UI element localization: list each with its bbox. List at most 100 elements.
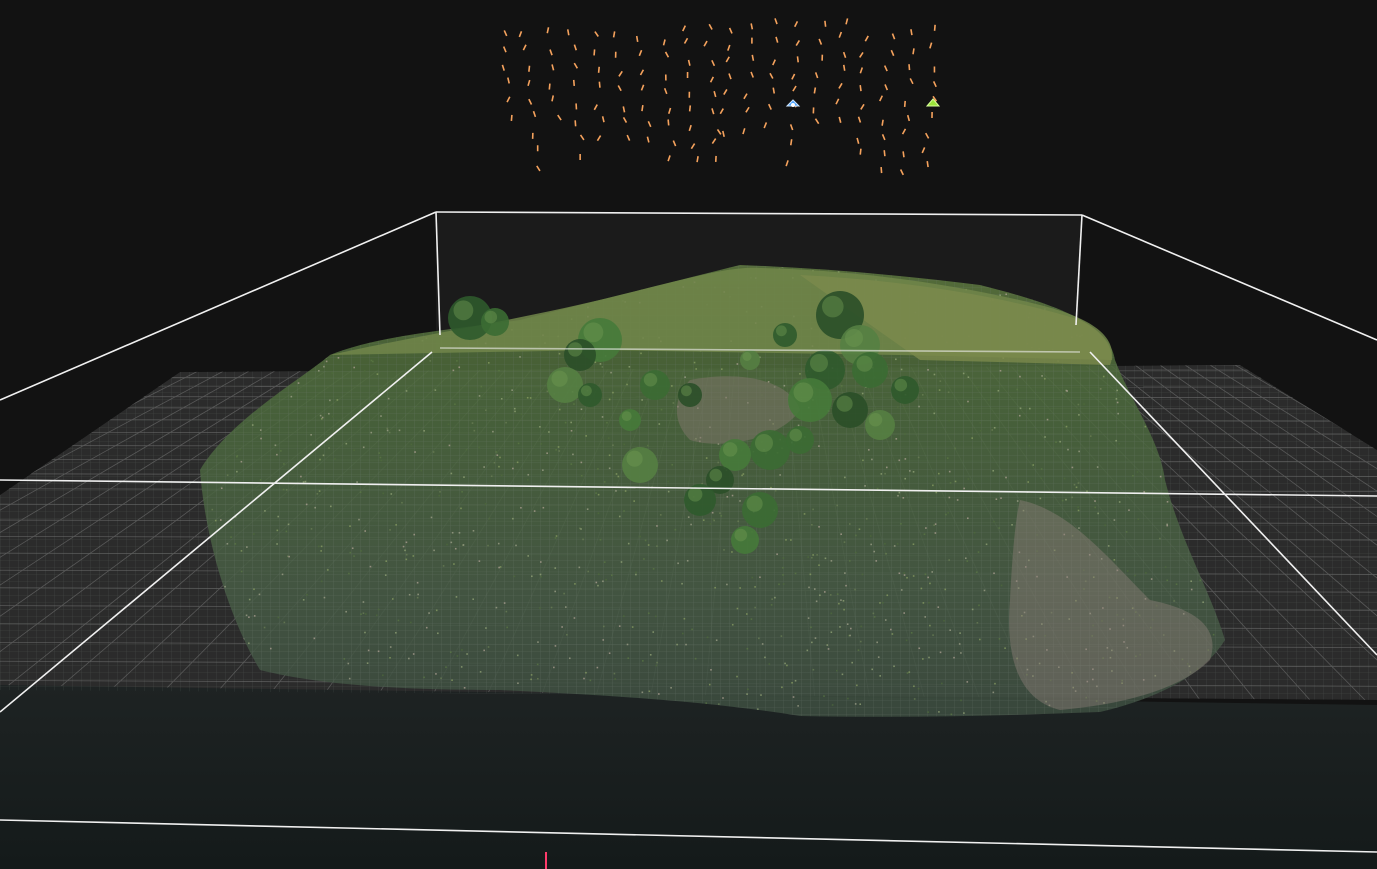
camera-icon[interactable]: [510, 114, 513, 121]
camera-icon[interactable]: [711, 59, 716, 67]
camera-icon[interactable]: [824, 20, 827, 27]
camera-icon[interactable]: [548, 83, 551, 90]
camera-icon[interactable]: [522, 44, 527, 51]
camera-icon[interactable]: [767, 103, 772, 110]
camera-icon[interactable]: [745, 106, 750, 113]
camera-icon[interactable]: [672, 140, 677, 147]
camera-icon[interactable]: [708, 23, 713, 30]
camera-icon[interactable]: [711, 108, 715, 115]
camera-icon[interactable]: [528, 65, 531, 72]
camera-icon[interactable]: [711, 138, 717, 145]
camera-icon[interactable]: [785, 160, 789, 167]
camera-icon[interactable]: [908, 64, 911, 71]
camera-icon[interactable]: [901, 128, 907, 135]
camera-icon[interactable]: [579, 134, 585, 141]
camera-icon[interactable]: [593, 104, 598, 111]
camera-icon[interactable]: [796, 56, 799, 63]
camera-icon[interactable]: [688, 124, 692, 132]
camera-icon[interactable]: [857, 116, 862, 123]
camera-icon[interactable]: [667, 107, 672, 114]
camera-icon[interactable]: [926, 161, 929, 168]
camera-icon[interactable]: [713, 90, 717, 98]
camera-icon[interactable]: [725, 56, 730, 63]
camera-icon[interactable]: [838, 82, 843, 89]
camera-icon[interactable]: [879, 95, 884, 102]
camera-icon[interactable]: [646, 136, 650, 143]
camera-icon[interactable]: [795, 40, 801, 46]
camera-icon[interactable]: [662, 39, 666, 46]
terrain-point-cloud[interactable]: [190, 260, 1240, 730]
camera-icon[interactable]: [912, 48, 915, 55]
camera-icon[interactable]: [763, 122, 768, 129]
camera-icon[interactable]: [572, 79, 576, 87]
camera-icon[interactable]: [743, 93, 748, 100]
camera-icon[interactable]: [727, 44, 731, 51]
camera-icon[interactable]: [742, 128, 746, 135]
camera-icon[interactable]: [622, 116, 628, 123]
camera-icon[interactable]: [859, 52, 864, 58]
camera-icon[interactable]: [789, 124, 794, 131]
camera-icon[interactable]: [883, 150, 886, 157]
camera-icon[interactable]: [501, 64, 505, 71]
3d-scene[interactable]: [0, 0, 1377, 869]
camera-icon[interactable]: [507, 77, 510, 84]
camera-icon[interactable]: [814, 72, 819, 79]
camera-icon[interactable]: [639, 69, 645, 76]
camera-icon[interactable]: [883, 65, 888, 72]
camera-icon[interactable]: [842, 64, 846, 71]
camera-icon[interactable]: [663, 87, 668, 95]
camera-icon[interactable]: [835, 98, 840, 105]
camera-icon[interactable]: [528, 98, 533, 105]
camera-icon[interactable]: [899, 169, 904, 176]
camera-icon[interactable]: [503, 30, 508, 37]
camera-icon[interactable]: [728, 73, 732, 80]
camera-icon[interactable]: [910, 29, 913, 36]
camera-icon[interactable]: [890, 49, 895, 57]
camera-icon[interactable]: [722, 130, 725, 138]
camera-positions[interactable]: [501, 18, 938, 176]
camera-icon[interactable]: [573, 44, 578, 51]
camera-icon[interactable]: [618, 70, 623, 77]
camera-icon[interactable]: [814, 118, 820, 125]
camera-icon[interactable]: [688, 105, 692, 112]
camera-icon[interactable]: [551, 64, 555, 71]
camera-icon[interactable]: [789, 139, 793, 146]
camera-icon[interactable]: [728, 27, 733, 34]
camera-icon[interactable]: [845, 18, 849, 25]
camera-icon[interactable]: [532, 110, 537, 118]
camera-icon[interactable]: [838, 31, 843, 38]
camera-icon[interactable]: [932, 81, 937, 88]
camera-icon[interactable]: [924, 132, 930, 139]
camera-icon[interactable]: [772, 59, 776, 66]
camera-icon[interactable]: [596, 135, 602, 142]
camera-icon[interactable]: [750, 23, 754, 30]
camera-icon[interactable]: [640, 84, 645, 91]
camera-icon[interactable]: [664, 51, 670, 58]
camera-icon[interactable]: [794, 20, 799, 28]
point-cloud-viewport[interactable]: [0, 0, 1377, 869]
camera-icon[interactable]: [891, 33, 896, 40]
camera-icon[interactable]: [881, 119, 884, 126]
camera-icon[interactable]: [597, 66, 600, 73]
camera-icon[interactable]: [502, 46, 507, 53]
camera-icon[interactable]: [709, 76, 715, 83]
camera-icon[interactable]: [594, 31, 599, 37]
camera-icon[interactable]: [641, 105, 644, 112]
camera-icon[interactable]: [792, 85, 797, 92]
camera-icon[interactable]: [723, 89, 728, 96]
camera-icon[interactable]: [598, 81, 601, 88]
camera-icon[interactable]: [813, 87, 817, 94]
camera-icon[interactable]: [859, 85, 862, 92]
camera-icon[interactable]: [573, 62, 579, 69]
camera-icon[interactable]: [933, 24, 936, 31]
camera-icon[interactable]: [683, 37, 689, 44]
camera-icon[interactable]: [557, 114, 562, 121]
camera-icon[interactable]: [859, 148, 862, 155]
camera-icon[interactable]: [566, 29, 570, 36]
camera-icon[interactable]: [635, 35, 639, 43]
camera-icon[interactable]: [929, 42, 933, 49]
camera-icon[interactable]: [716, 128, 722, 135]
camera-icon[interactable]: [902, 151, 905, 158]
camera-icon[interactable]: [506, 96, 511, 103]
camera-icon[interactable]: [647, 121, 652, 128]
